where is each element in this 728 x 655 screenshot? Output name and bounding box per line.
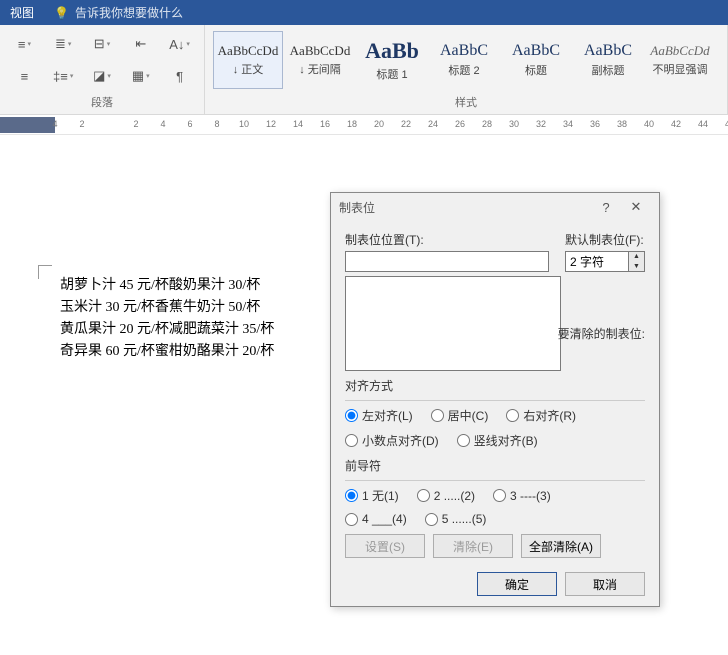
borders-button[interactable]: ▦: [122, 61, 159, 91]
ruler-mark: 34: [563, 119, 573, 129]
margin-corner-marker: [38, 265, 52, 279]
ribbon-group-paragraph: ≡ ≣ ⊟ ⇤ A↓ ≡ ‡≡ ◪ ▦ ¶ 段落: [0, 25, 205, 114]
leader-1-radio[interactable]: 1 无(1): [345, 487, 399, 504]
tab-position-label: 制表位位置(T):: [345, 231, 549, 248]
clear-button[interactable]: 清除(E): [433, 534, 513, 558]
ruler-mark: 44: [698, 119, 708, 129]
ruler-mark: 40: [644, 119, 654, 129]
group-label-paragraph: 段落: [6, 91, 198, 112]
default-tab-label: 默认制表位(F):: [565, 231, 645, 248]
cancel-button[interactable]: 取消: [565, 572, 645, 596]
leader-section-label: 前导符: [345, 457, 645, 474]
ruler-mark: 42: [671, 119, 681, 129]
ribbon-group-styles: AaBbCcDd↓ 正文AaBbCcDd↓ 无间隔AaBb标题 1AaBbC标题…: [205, 25, 728, 114]
group-label-styles: 样式: [211, 91, 721, 112]
ribbon-tab-view[interactable]: 视图: [10, 4, 34, 21]
shading-button[interactable]: ◪: [84, 61, 121, 91]
help-button[interactable]: ?: [591, 200, 621, 215]
style-item[interactable]: AaBbC副标题: [573, 31, 643, 89]
alignment-section-label: 对齐方式: [345, 377, 645, 394]
ruler-mark: 4: [52, 119, 57, 129]
ruler-mark: 18: [347, 119, 357, 129]
clear-tabs-label: 要清除的制表位:: [558, 325, 645, 342]
leader-2-radio[interactable]: 2 .....(2): [417, 487, 475, 504]
ruler-mark: 10: [239, 119, 249, 129]
ok-button[interactable]: 确定: [477, 572, 557, 596]
show-marks-button[interactable]: ¶: [161, 61, 198, 91]
set-button[interactable]: 设置(S): [345, 534, 425, 558]
ruler-mark: 20: [374, 119, 384, 129]
ruler[interactable]: 4224681012141618202224262830323436384042…: [0, 115, 728, 135]
ruler-mark: 6: [187, 119, 192, 129]
align-center-radio[interactable]: 居中(C): [431, 407, 489, 424]
ruler-mark: 32: [536, 119, 546, 129]
tell-me-input[interactable]: 告诉我你想要做什么: [75, 4, 183, 21]
spin-up-icon[interactable]: ▲: [629, 252, 644, 262]
ruler-mark: 36: [590, 119, 600, 129]
tab-positions-listbox[interactable]: [345, 276, 561, 371]
align-left-radio[interactable]: 左对齐(L): [345, 407, 413, 424]
align-decimal-radio[interactable]: 小数点对齐(D): [345, 432, 439, 449]
clear-all-button[interactable]: 全部清除(A): [521, 534, 601, 558]
dialog-titlebar[interactable]: 制表位 ? ✕: [331, 193, 659, 221]
leader-4-radio[interactable]: 4 ___(4): [345, 512, 407, 526]
ruler-mark: 14: [293, 119, 303, 129]
number-list-button[interactable]: ≣: [45, 29, 82, 59]
style-item[interactable]: AaBb标题 1: [357, 31, 427, 89]
tabs-dialog: 制表位 ? ✕ 制表位位置(T): 默认制表位(F): ▲▼ 要清除的制表位: …: [330, 192, 660, 607]
ruler-mark: 30: [509, 119, 519, 129]
dialog-title: 制表位: [339, 199, 375, 216]
style-item[interactable]: AaBbCcDd不明显强调: [645, 31, 715, 89]
style-item[interactable]: AaBbCcDd↓ 无间隔: [285, 31, 355, 89]
leader-3-radio[interactable]: 3 ----(3): [493, 487, 551, 504]
leader-5-radio[interactable]: 5 ......(5): [425, 512, 487, 526]
ruler-mark: 24: [428, 119, 438, 129]
style-item[interactable]: AaBbC标题 2: [429, 31, 499, 89]
ruler-mark: 2: [133, 119, 138, 129]
ruler-mark: 16: [320, 119, 330, 129]
ruler-mark: 38: [617, 119, 627, 129]
align-right-radio[interactable]: 右对齐(R): [506, 407, 576, 424]
default-tab-value[interactable]: [565, 251, 629, 272]
close-button[interactable]: ✕: [621, 199, 651, 215]
ruler-mark: 2: [79, 119, 84, 129]
ruler-mark: 12: [266, 119, 276, 129]
lightbulb-icon: 💡: [54, 6, 69, 20]
ruler-mark: 22: [401, 119, 411, 129]
title-bar: 视图 💡 告诉我你想要做什么: [0, 0, 728, 25]
multilevel-list-button[interactable]: ⊟: [84, 29, 121, 59]
tab-position-input[interactable]: [345, 251, 549, 272]
ruler-mark: 26: [455, 119, 465, 129]
align-bar-radio[interactable]: 竖线对齐(B): [457, 432, 538, 449]
default-tab-spinner[interactable]: ▲▼: [565, 251, 645, 272]
spin-down-icon[interactable]: ▼: [629, 262, 644, 272]
style-item[interactable]: AaBbC标题: [501, 31, 571, 89]
ruler-margin-indicator: [0, 117, 55, 133]
decrease-indent-button[interactable]: ⇤: [122, 29, 159, 59]
style-item[interactable]: AaBbCcDd↓ 正文: [213, 31, 283, 89]
ribbon: ≡ ≣ ⊟ ⇤ A↓ ≡ ‡≡ ◪ ▦ ¶ 段落 AaBbCcDd↓ 正文AaB…: [0, 25, 728, 115]
ruler-mark: 28: [482, 119, 492, 129]
line-spacing-button[interactable]: ‡≡: [45, 61, 82, 91]
ruler-mark: 8: [214, 119, 219, 129]
bullet-list-button[interactable]: ≡: [6, 29, 43, 59]
ruler-mark: 4: [160, 119, 165, 129]
sort-button[interactable]: A↓: [161, 29, 198, 59]
align-left-button[interactable]: ≡: [6, 61, 43, 91]
